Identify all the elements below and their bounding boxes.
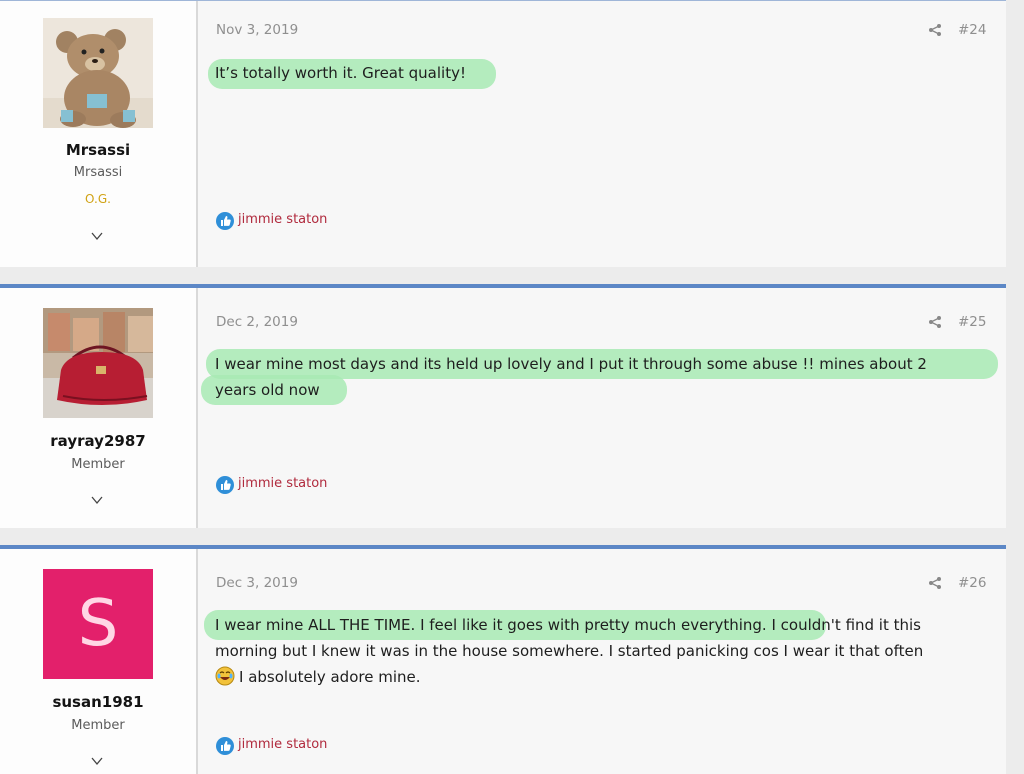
share-icon[interactable] [928, 23, 942, 37]
post-24: Mrsassi Mrsassi O.G. Nov 3, 2019 #24 It’… [0, 0, 1006, 267]
body-line: years old now [215, 381, 320, 399]
body-line-with-emoji: I absolutely adore mine. [215, 664, 990, 690]
chevron-down-icon[interactable] [91, 494, 103, 506]
post-26: S susan1981 Member Dec 3, 2019 #26 I wea… [0, 545, 1006, 774]
chevron-down-icon[interactable] [91, 230, 103, 242]
avatar[interactable] [43, 18, 153, 128]
user-title: Mrsassi [73, 165, 123, 180]
post-body: I wear mine ALL THE TIME. I feel like it… [215, 612, 990, 690]
post-number[interactable]: #24 [958, 22, 987, 38]
username[interactable]: Mrsassi [0, 141, 196, 159]
thumbs-up-icon [216, 737, 234, 755]
user-cell: rayray2987 Member [0, 288, 198, 528]
post-25: rayray2987 Member Dec 2, 2019 #25 I wear… [0, 284, 1006, 528]
thumbs-up-icon [216, 476, 234, 494]
user-cell: S susan1981 Member [0, 549, 198, 774]
user-banner: O.G. [85, 192, 111, 206]
body-line: I wear mine ALL THE TIME. I feel like it… [215, 616, 921, 634]
avatar[interactable]: S [43, 569, 153, 679]
user-title: Member [71, 457, 125, 472]
body-line: It’s totally worth it. Great quality! [215, 64, 466, 82]
reaction-user-link[interactable]: jimmie staton [238, 212, 327, 227]
post-body: It’s totally worth it. Great quality! [215, 60, 990, 86]
crying-laughing-emoji-icon [215, 666, 235, 686]
post-number[interactable]: #26 [958, 575, 987, 591]
share-icon[interactable] [928, 576, 942, 590]
share-icon[interactable] [928, 315, 942, 329]
body-line: morning but I knew it was in the house s… [215, 642, 924, 660]
post-number[interactable]: #25 [958, 314, 987, 330]
post-date[interactable]: Dec 2, 2019 [216, 314, 298, 330]
username[interactable]: rayray2987 [0, 432, 196, 450]
body-line: I wear mine most days and its held up lo… [215, 355, 927, 373]
body-line: I absolutely adore mine. [239, 668, 421, 686]
chevron-down-icon[interactable] [91, 755, 103, 767]
post-date[interactable]: Dec 3, 2019 [216, 575, 298, 591]
avatar[interactable] [43, 308, 153, 418]
user-cell: Mrsassi Mrsassi O.G. [0, 1, 198, 267]
reaction-user-link[interactable]: jimmie staton [238, 476, 327, 491]
post-body: I wear mine most days and its held up lo… [215, 351, 990, 403]
thumbs-up-icon [216, 212, 234, 230]
username[interactable]: susan1981 [0, 693, 196, 711]
post-date[interactable]: Nov 3, 2019 [216, 22, 298, 38]
user-title: Member [71, 718, 125, 733]
reaction-user-link[interactable]: jimmie staton [238, 737, 327, 752]
